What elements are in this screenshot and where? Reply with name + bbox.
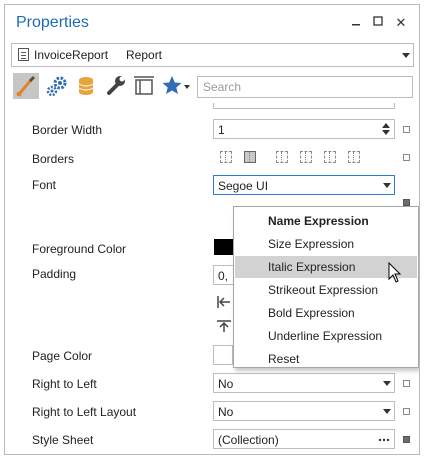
property-label-right-to-left: Right to Left: [32, 377, 97, 391]
menu-item-reset[interactable]: Reset: [235, 348, 417, 370]
search-placeholder: Search: [203, 80, 242, 94]
wrench-icon: [107, 76, 125, 95]
border-width-spin[interactable]: 1: [213, 119, 395, 139]
property-label-style-sheet: Style Sheet: [32, 433, 94, 447]
menu-item-name-expression[interactable]: Name Expression: [235, 210, 417, 232]
style-sheet-editor[interactable]: (Collection): [213, 429, 395, 449]
data-tab-button[interactable]: [73, 73, 99, 99]
border-none-icon[interactable]: [220, 151, 232, 163]
chevron-down-icon[interactable]: [383, 381, 391, 386]
menu-item-label: Name Expression: [268, 214, 369, 228]
brush-icon: [16, 75, 36, 97]
menu-item-label: Size Expression: [268, 237, 355, 251]
property-marker[interactable]: [403, 154, 410, 161]
property-marker[interactable]: [403, 436, 410, 443]
property-label-right-to-left-layout: Right to Left Layout: [32, 405, 137, 419]
maximize-icon: [373, 16, 383, 26]
font-dropdown[interactable]: Segoe UI: [213, 175, 395, 195]
right-to-left-value: No: [218, 377, 234, 391]
menu-item-label: Italic Expression: [268, 260, 356, 274]
border-bottom-icon[interactable]: [348, 151, 360, 163]
database-icon: [78, 77, 94, 95]
border-width-value: 1: [218, 123, 225, 137]
menu-item-label: Underline Expression: [268, 329, 383, 343]
property-marker[interactable]: [403, 126, 410, 133]
window-title: Properties: [16, 14, 89, 31]
favorites-tab-button[interactable]: [160, 73, 192, 99]
report-icon: [18, 48, 29, 61]
search-input[interactable]: Search: [197, 76, 413, 98]
appearance-tab-button[interactable]: [13, 73, 39, 99]
menu-item-label: Strikeout Expression: [268, 283, 379, 297]
right-to-left-layout-value: No: [218, 405, 234, 419]
maximize-button[interactable]: [368, 13, 388, 33]
page-color-swatch[interactable]: [213, 345, 233, 365]
border-left-icon[interactable]: [276, 151, 288, 163]
chevron-down-icon[interactable]: [383, 409, 391, 414]
chevron-down-icon[interactable]: [383, 183, 391, 188]
property-marker[interactable]: [403, 199, 410, 206]
border-top-icon[interactable]: [300, 151, 312, 163]
menu-item-label: Reset: [268, 352, 300, 366]
property-marker[interactable]: [403, 408, 410, 415]
gears-icon: [46, 76, 67, 97]
chevron-down-icon[interactable]: [402, 53, 410, 58]
property-label-border-width: Border Width: [32, 123, 103, 137]
behavior-tab-button[interactable]: [44, 73, 70, 99]
right-to-left-layout-dropdown[interactable]: No: [213, 401, 395, 421]
padding-value: 0,: [218, 269, 229, 283]
title-bar: Properties ✕: [5, 5, 419, 41]
object-selector[interactable]: InvoiceReport Report: [11, 43, 414, 67]
previous-row-editor[interactable]: [213, 103, 395, 109]
property-label-borders: Borders: [32, 152, 75, 166]
property-marker[interactable]: [403, 380, 410, 387]
right-to-left-dropdown[interactable]: No: [213, 373, 395, 393]
mouse-cursor-icon: [388, 262, 402, 283]
layout-tab-button[interactable]: [131, 73, 157, 99]
object-type: Report: [126, 48, 163, 62]
ellipsis-icon[interactable]: [378, 438, 390, 442]
close-icon: ✕: [395, 15, 407, 30]
style-sheet-value: (Collection): [218, 433, 279, 447]
align-top-edge-icon[interactable]: [216, 319, 232, 333]
property-context-menu: Name Expression Size Expression Italic E…: [233, 206, 419, 368]
toolbar: Search: [11, 71, 413, 101]
object-name: InvoiceReport: [34, 48, 109, 62]
property-label-page-color: Page Color: [32, 349, 93, 363]
design-tab-button[interactable]: [102, 73, 128, 99]
property-label-font: Font: [32, 178, 57, 192]
border-all-icon[interactable]: [244, 151, 256, 163]
star-icon: [162, 76, 190, 94]
property-label-foreground-color: Foreground Color: [32, 242, 127, 256]
property-label-padding: Padding: [32, 267, 77, 281]
font-value: Segoe UI: [218, 179, 269, 193]
spin-arrows-icon[interactable]: [381, 122, 391, 136]
close-button[interactable]: ✕: [391, 13, 411, 33]
layout-icon: [134, 76, 154, 95]
menu-item-label: Bold Expression: [268, 306, 355, 320]
minimize-icon: [352, 24, 360, 26]
align-left-edge-icon[interactable]: [216, 295, 232, 309]
foreground-color-swatch[interactable]: [214, 239, 234, 255]
menu-item-size-expression[interactable]: Size Expression: [235, 233, 417, 255]
menu-item-underline-expression[interactable]: Underline Expression: [235, 325, 417, 347]
properties-window: Properties ✕ InvoiceReport Report Search…: [4, 4, 420, 455]
menu-item-bold-expression[interactable]: Bold Expression: [235, 302, 417, 324]
minimize-button[interactable]: [346, 13, 366, 33]
border-right-icon[interactable]: [324, 151, 336, 163]
